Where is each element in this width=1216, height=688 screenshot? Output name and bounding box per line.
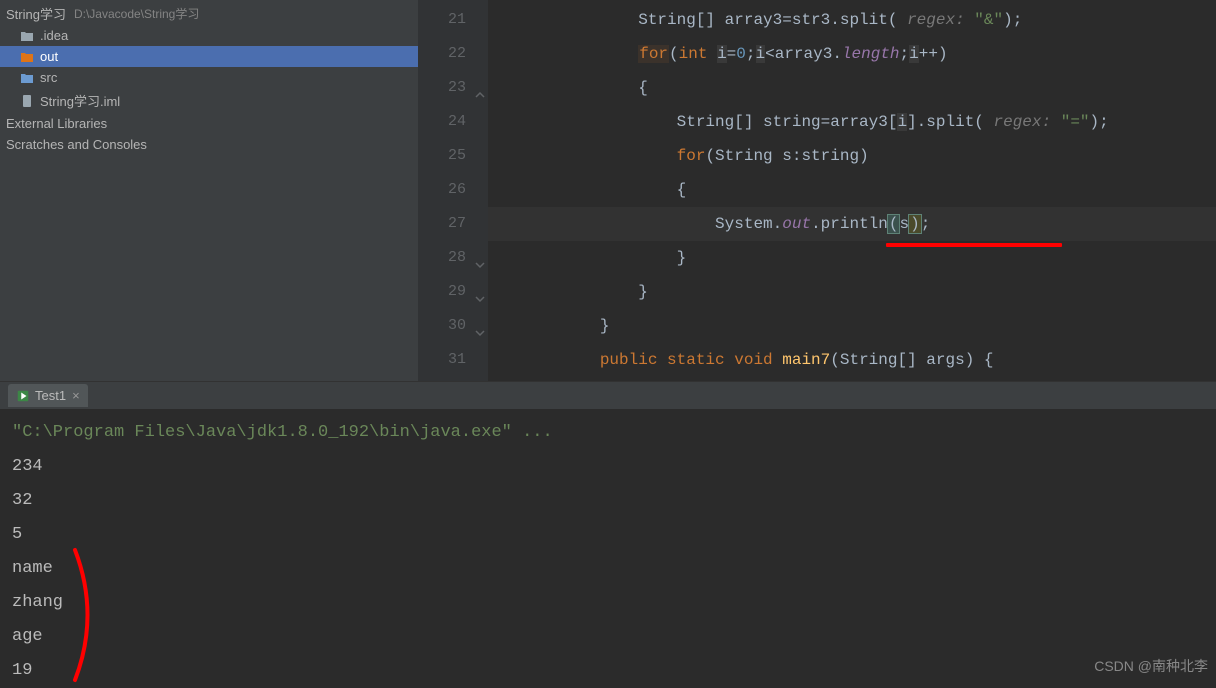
code-line[interactable]: } bbox=[488, 309, 1216, 343]
code-line[interactable]: } bbox=[488, 241, 1216, 275]
folder-icon bbox=[20, 50, 34, 64]
line-number: 22 bbox=[418, 37, 488, 71]
project-tree[interactable]: String学习 D:\Javacode\String学习 .idea out sr… bbox=[0, 0, 418, 381]
tree-item-label: src bbox=[40, 70, 57, 85]
code-line[interactable]: String[] array3=str3.split( regex: "&"); bbox=[488, 3, 1216, 37]
watermark: CSDN @南种北李 bbox=[1094, 649, 1208, 683]
line-number: 26 bbox=[418, 173, 488, 207]
run-tab-label: Test1 bbox=[35, 388, 66, 403]
editor-gutter: 2122232425262728293031 bbox=[418, 0, 488, 381]
folder-icon bbox=[20, 71, 34, 85]
code-line[interactable]: for(int i=0;i<array3.length;i++) bbox=[488, 37, 1216, 71]
line-number: 30 bbox=[418, 309, 488, 343]
editor-code[interactable]: String[] array3=str3.split( regex: "&");… bbox=[488, 0, 1216, 381]
fold-mark-icon[interactable] bbox=[472, 285, 486, 299]
tree-item-String学习iml[interactable]: String学习.iml bbox=[0, 88, 418, 113]
tree-item-out[interactable]: out bbox=[0, 46, 418, 67]
code-line[interactable]: System.out.println(s); bbox=[488, 207, 1216, 241]
code-line[interactable]: } bbox=[488, 275, 1216, 309]
tree-item-src[interactable]: src bbox=[0, 67, 418, 88]
console-line: 19 bbox=[12, 654, 1204, 688]
tree-item-idea[interactable]: .idea bbox=[0, 25, 418, 46]
line-number: 28 bbox=[418, 241, 488, 275]
fold-mark-icon[interactable] bbox=[472, 251, 486, 265]
line-number: 21 bbox=[418, 3, 488, 37]
line-number: 27 bbox=[418, 207, 488, 241]
tree-item-label: .idea bbox=[40, 28, 68, 43]
line-number: 25 bbox=[418, 139, 488, 173]
line-number: 29 bbox=[418, 275, 488, 309]
external-libraries[interactable]: External Libraries bbox=[0, 113, 418, 134]
line-number: 31 bbox=[418, 343, 488, 377]
run-tool-window[interactable]: Test1 × "C:\Program Files\Java\jdk1.8.0_… bbox=[0, 381, 1216, 687]
project-root[interactable]: String学习 D:\Javacode\String学习 bbox=[0, 2, 418, 25]
line-number: 23 bbox=[418, 71, 488, 105]
line-number: 24 bbox=[418, 105, 488, 139]
close-icon[interactable]: × bbox=[72, 388, 80, 403]
fold-mark-icon[interactable] bbox=[472, 81, 486, 95]
code-line[interactable]: { bbox=[488, 71, 1216, 105]
file-icon bbox=[20, 94, 34, 108]
scratches-and-consoles[interactable]: Scratches and Consoles bbox=[0, 134, 418, 155]
code-line[interactable]: String[] string=array3[i].split( regex: … bbox=[488, 105, 1216, 139]
console-line: 5 bbox=[12, 518, 1204, 552]
red-underline-annotation bbox=[886, 243, 1062, 247]
run-tabs: Test1 × bbox=[0, 382, 1216, 410]
console-line: 32 bbox=[12, 484, 1204, 518]
tree-item-label: out bbox=[40, 49, 58, 64]
tree-item-label: String学习.iml bbox=[40, 91, 120, 110]
code-editor[interactable]: 2122232425262728293031 String[] array3=s… bbox=[418, 0, 1216, 381]
code-line[interactable]: for(String s:string) bbox=[488, 139, 1216, 173]
folder-icon bbox=[20, 29, 34, 43]
code-line[interactable]: public static void main7(String[] args) … bbox=[488, 343, 1216, 377]
console-line: 234 bbox=[12, 450, 1204, 484]
fold-mark-icon[interactable] bbox=[472, 319, 486, 333]
console-command: "C:\Program Files\Java\jdk1.8.0_192\bin\… bbox=[12, 423, 553, 442]
code-line[interactable]: { bbox=[488, 173, 1216, 207]
run-tab-test1[interactable]: Test1 × bbox=[8, 384, 88, 407]
project-name: String学习 bbox=[6, 4, 66, 23]
console-line: zhang bbox=[12, 586, 1204, 620]
run-config-icon bbox=[16, 389, 30, 403]
console-line: name bbox=[12, 552, 1204, 586]
console-line: age bbox=[12, 620, 1204, 654]
console-output[interactable]: "C:\Program Files\Java\jdk1.8.0_192\bin\… bbox=[0, 410, 1216, 687]
project-path: D:\Javacode\String学习 bbox=[74, 5, 199, 22]
